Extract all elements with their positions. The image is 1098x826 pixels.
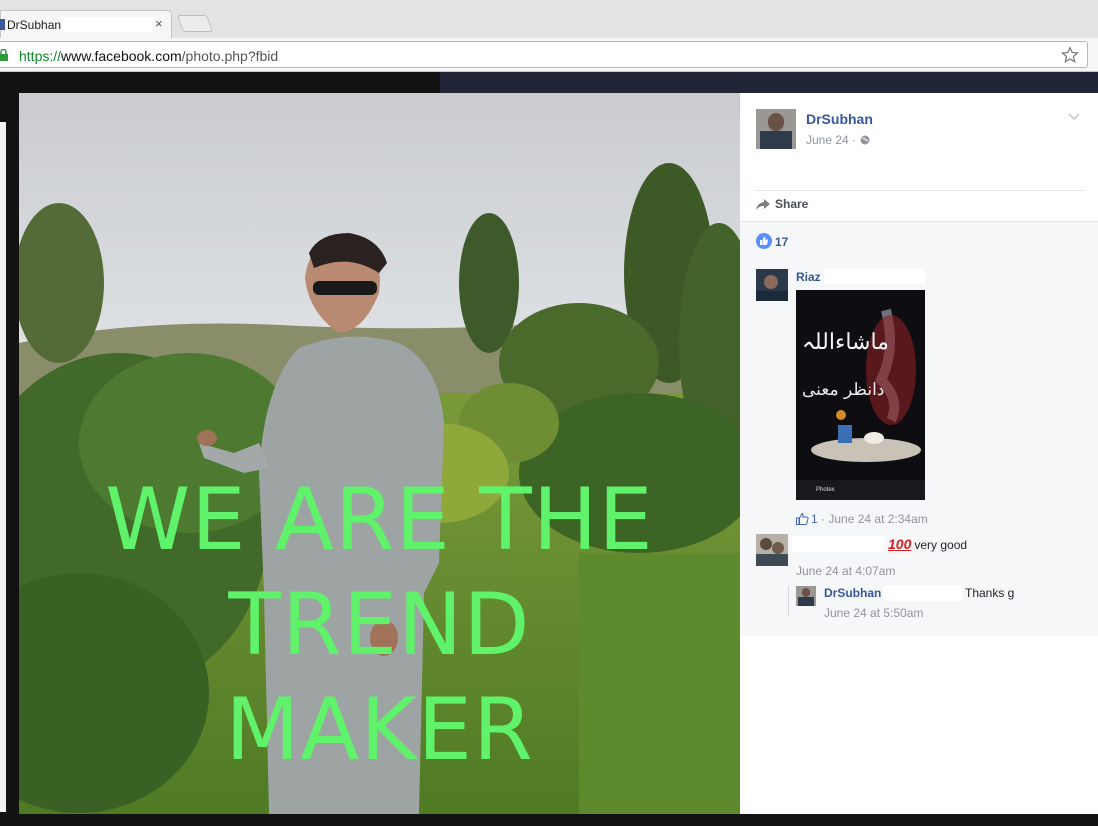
comment-body: very good [914, 538, 968, 552]
url-text: https://www.facebook.com/photo.php?fbid [19, 48, 278, 64]
divider [756, 190, 1084, 191]
attachment-urdu-text-2: دانظر معنی [802, 380, 885, 400]
url-host: www.facebook.com [61, 48, 182, 64]
comment-text: 100 very good [888, 536, 967, 552]
browser-tab[interactable]: DrSubhan × [0, 10, 172, 38]
address-bar-container: https://www.facebook.com/photo.php?fbid [0, 38, 1098, 72]
like-reaction-icon [756, 233, 772, 249]
comment-timestamp[interactable]: June 24 at 4:07am [796, 564, 895, 578]
comment-timestamp[interactable]: · June 24 at 2:34am [818, 512, 928, 526]
photo-side-panel: DrSubhan June 24 · Share 17 Riaz ماشاءال… [740, 93, 1098, 814]
chevron-down-icon[interactable] [1068, 113, 1080, 121]
caption-line-1: WE ARE THE [105, 470, 654, 570]
reply-author-redaction [884, 585, 962, 601]
reply-timestamp[interactable]: June 24 at 5:50am [824, 606, 923, 620]
share-button[interactable]: Share [756, 197, 808, 211]
like-count[interactable]: 17 [756, 233, 788, 249]
caption-line-3: MAKER [225, 680, 534, 780]
reply-text: Thanks g [965, 586, 1015, 600]
comment-meta: 1 · June 24 at 2:34am [796, 512, 928, 526]
address-bar[interactable]: https://www.facebook.com/photo.php?fbid [0, 41, 1088, 68]
lightbox-photo[interactable]: WE ARE THE TREND MAKER [19, 93, 740, 814]
comment-image-attachment[interactable]: ماشاءاللہ دانظر معنی Photex [796, 290, 925, 500]
bookmark-star-icon[interactable] [1061, 46, 1079, 64]
browser-tabstrip: DrSubhan × [0, 0, 1098, 38]
share-icon [756, 199, 770, 210]
globe-icon [860, 135, 870, 145]
share-label: Share [775, 197, 809, 211]
lock-icon [0, 49, 8, 61]
post-date[interactable]: June 24 · [806, 133, 856, 147]
thumbs-up-icon[interactable] [796, 513, 809, 525]
post-author-name[interactable]: DrSubhan [806, 111, 873, 127]
new-tab-button[interactable] [176, 15, 214, 32]
comment-author-redaction [824, 269, 926, 284]
attachment-app-label: Photex [816, 487, 835, 493]
comment-author[interactable]: Riaz [796, 270, 821, 284]
caption-line-2: TREND [228, 575, 531, 675]
background-navbar [440, 72, 1098, 94]
reply-thread-line [788, 586, 789, 616]
comment-like-count[interactable]: 1 [811, 512, 818, 526]
like-count-value: 17 [775, 235, 789, 249]
tab-close-icon[interactable]: × [155, 16, 163, 31]
hundred-points-emoji-icon: 100 [888, 536, 912, 552]
reply-avatar[interactable] [796, 586, 816, 606]
url-scheme: https:// [19, 48, 62, 64]
facebook-favicon-icon [0, 19, 5, 30]
comment-author-redaction [792, 536, 884, 552]
attachment-urdu-text-1: ماشاءاللہ [802, 330, 889, 355]
reply-author[interactable]: DrSubhan [824, 586, 881, 600]
photo-caption-overlay: WE ARE THE TREND MAKER [19, 468, 740, 783]
tab-title: DrSubhan [7, 18, 62, 32]
tab-title-redaction [61, 17, 153, 32]
author-avatar[interactable] [756, 109, 796, 149]
comment-avatar[interactable] [756, 269, 788, 301]
background-page-edge [0, 122, 6, 812]
comment-avatar[interactable] [756, 534, 788, 566]
url-path: /photo.php?fbid [181, 48, 279, 64]
